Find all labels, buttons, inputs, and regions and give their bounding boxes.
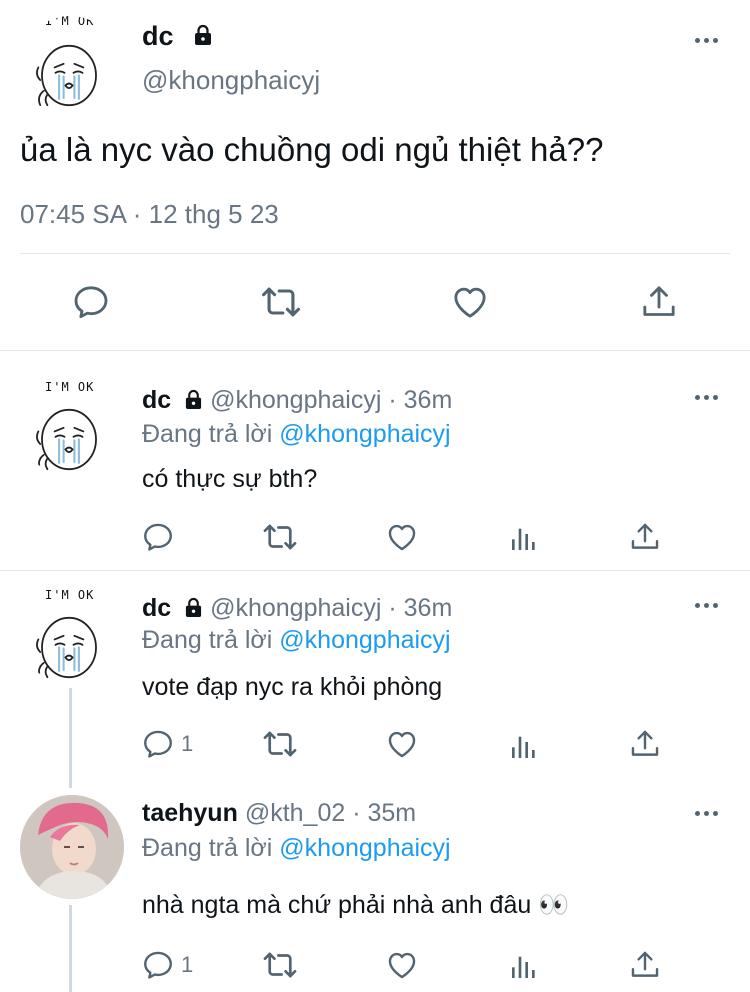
like-icon[interactable] [385,727,419,761]
like-icon[interactable] [385,520,419,554]
lock-icon [193,24,213,46]
retweet-icon[interactable] [261,946,299,984]
reply-3-avatar[interactable] [20,795,124,899]
reply-2-more-icon[interactable] [695,603,718,608]
avatar-face-icon [24,26,114,116]
reply-icon[interactable] [141,520,175,554]
main-timestamp[interactable]: 07:45 SA · 12 thg 5 23 [20,198,279,230]
reply-2-age[interactable]: · 36m [388,594,452,622]
reply-2-header: dc @khongphaicyj · 36m [142,592,452,624]
reply-icon[interactable] [141,727,175,761]
reply-3-display-name[interactable]: taehyun [142,799,238,827]
main-display-name[interactable]: dc [142,20,174,52]
reply-3-age[interactable]: · 35m [352,799,416,827]
share-icon[interactable] [628,948,662,982]
reply-2-replying-to[interactable]: @khongphaicyj [279,626,450,654]
reply-2-replying-prefix: Đang trả lời [142,626,273,654]
reply-1-more-icon[interactable] [695,395,718,400]
reply-1-text: có thực sự bth? [142,465,318,493]
reply-icon[interactable] [141,948,175,982]
reply-2-replying-line: Đang trả lời @khongphaicyj [142,624,451,656]
analytics-icon[interactable] [508,950,540,982]
reply-3-replying-to[interactable]: @khongphaicyj [279,834,450,862]
reply-3-replying-prefix: Đang trả lời [142,834,273,862]
retweet-icon[interactable] [259,280,303,324]
lock-icon [184,597,203,618]
reply-1-age[interactable]: · 36m [388,386,452,414]
avatar-photo-icon [20,795,124,899]
reply-1-replying-line: Đang trả lời @khongphaicyj [142,418,451,450]
reply-icon[interactable] [71,282,111,322]
reply-2-text: vote đạp nyc ra khỏi phòng [142,673,443,701]
thread-line [69,688,72,788]
lock-icon [184,389,203,410]
reply-1-replying-prefix: Đang trả lời [142,420,273,448]
reply-2-avatar[interactable]: I'M OK [20,584,120,684]
reply-2-handle[interactable]: @khongphaicyj [210,594,381,622]
avatar-face-icon [24,598,114,684]
retweet-icon[interactable] [261,725,299,763]
reply-1-header: dc @khongphaicyj · 36m [142,384,452,416]
reply-divider [0,570,750,571]
reply-3-text: nhà ngta mà chứ phải nhà anh đâu 👀 [142,891,570,919]
thread-line [69,905,72,992]
share-icon[interactable] [628,520,662,554]
reply-3-more-icon[interactable] [695,811,718,816]
avatar-face-icon [24,390,114,476]
main-top-divider [20,253,730,254]
reply-1-replying-to[interactable]: @khongphaicyj [279,420,450,448]
reply-1-avatar[interactable]: I'M OK [20,376,120,476]
like-icon[interactable] [450,282,490,322]
reply-1-display-name[interactable]: dc [142,386,171,414]
reply-3-header: taehyun @kth_02 · 35m [142,797,416,829]
like-icon[interactable] [385,948,419,982]
reply-1-handle[interactable]: @khongphaicyj [210,386,381,414]
share-icon[interactable] [628,727,662,761]
analytics-icon[interactable] [508,730,540,762]
share-icon[interactable] [639,282,679,322]
reply-2-reply-count: 1 [181,731,194,756]
main-tweet-text: ủa là nyc vào chuồng odi ngủ thiệt hả?? [20,131,604,168]
section-divider [0,350,750,351]
main-avatar[interactable]: I'M OK [20,16,120,116]
reply-3-replying-line: Đang trả lời @khongphaicyj [142,832,451,864]
main-handle[interactable]: @khongphaicyj [142,64,320,96]
reply-3-handle[interactable]: @kth_02 [245,799,345,827]
retweet-icon[interactable] [261,518,299,556]
reply-2-display-name[interactable]: dc [142,594,171,622]
reply-3-reply-count: 1 [181,952,194,977]
main-more-icon[interactable] [695,38,718,43]
analytics-icon[interactable] [508,522,540,554]
